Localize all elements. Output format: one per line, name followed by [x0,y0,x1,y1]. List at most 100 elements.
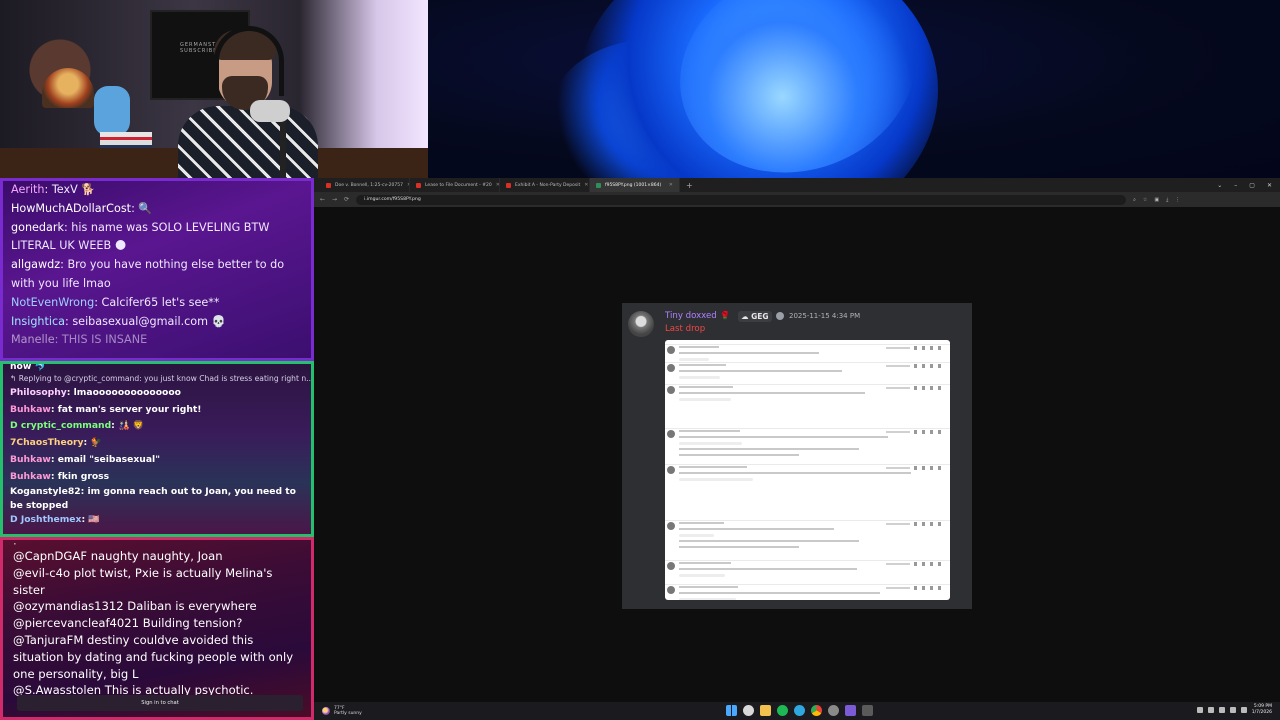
address-bar[interactable]: i.imgur.com/f95S8PY.png [356,194,1127,205]
chat-message: Buhkaw: fkin gross [3,469,311,486]
email-actions-icon [914,346,946,350]
chat-username[interactable]: D cryptic_command [10,420,111,431]
chat-username[interactable]: Manelle [11,333,55,346]
email-divider [665,362,950,363]
page-viewport: Tiny doxxed 🌹 ☁ GEG 2025-11-15 4:34 PM L… [314,207,1280,702]
menu-icon[interactable]: ⋮ [1175,197,1180,203]
email-divider [665,560,950,561]
search-icon[interactable] [743,705,754,716]
chat-text: : Calcifer65 let's see** [94,295,220,309]
chat-username[interactable]: NotEvenWrong [11,296,94,309]
minimize-icon[interactable]: – [1234,182,1237,189]
chat-username[interactable]: gonedark [11,221,64,234]
clock[interactable]: 5:09 PM 1/7/2026 [1252,704,1272,716]
downloads-icon[interactable]: ⤓ [1166,197,1168,203]
close-icon[interactable]: ✕ [1267,182,1272,189]
email-date [886,523,910,525]
chat-message: HowMuchADollarCost: 🔍 [3,200,311,219]
email-text [679,392,865,394]
email-text [679,436,888,438]
user-avatar [628,311,654,337]
chat-text: : 🔍 [131,201,153,215]
tab-close-icon[interactable]: ✕ [584,182,588,188]
email-row [665,464,950,494]
zoom-icon[interactable]: ⌕ [1133,197,1136,203]
email-text [679,592,880,594]
app-icon-2[interactable] [862,705,873,716]
chat-username[interactable]: @TanjuraFM [13,633,83,647]
spotify-icon[interactable] [777,705,788,716]
browser-tab[interactable]: f95S8PY.png (1001×864) ✕ [590,178,680,192]
reload-icon[interactable]: ⟳ [344,196,349,203]
email-sender [679,562,731,564]
wifi-icon[interactable] [1229,707,1236,713]
email-sender [679,466,747,468]
chat-username[interactable]: HowMuchADollarCost [11,202,131,215]
chat-text: : TexV 🐕 [44,183,96,196]
chat-username[interactable]: Buhkaw [10,454,51,465]
edge-icon[interactable] [794,705,805,716]
chat-username[interactable]: 7ChaosTheory [10,437,84,448]
email-date [886,365,910,367]
email-actions-icon [914,522,946,526]
chat-message: NotEvenWrong: Calcifer65 let's see** [3,294,311,313]
email-date [886,431,910,433]
email-text [679,472,911,474]
file-explorer-icon[interactable] [760,705,771,716]
chat-username[interactable]: Koganstyle82 [10,486,81,497]
chat-message: Buhkaw: fat man's server your right! [3,402,311,419]
chat-username[interactable]: Philosophy [10,387,67,398]
bookmark-star-icon[interactable]: ☆ [1143,197,1147,203]
chrome-icon[interactable] [811,705,822,716]
chat-text: : 🎎 🦁 [111,420,145,432]
chat-message: D cryptic_command: 🎎 🦁 [3,418,311,435]
tray-icon[interactable] [1218,707,1225,713]
tab-search-icon[interactable]: ⌄ [1217,182,1222,189]
browser-tab[interactable]: Exhibit A - Non-Party Deposit ✕ [500,178,590,192]
sender-avatar [667,522,675,530]
back-icon[interactable]: ← [320,196,325,203]
chat-username[interactable]: allgawdz [11,258,60,271]
chat-username[interactable]: @ozymandias1312 [13,599,124,613]
new-tab-button[interactable]: + [680,181,699,190]
chat-username[interactable]: @piercevancleaf4021 [13,616,139,630]
chat-text: : THIS IS INSANE [54,333,148,347]
tab-close-icon[interactable]: ✕ [669,182,673,188]
tray-icon[interactable] [1207,707,1214,713]
toolbar: ← → ⟳ i.imgur.com/f95S8PY.png ⌕ ☆ ▣ ⤓ ⋮ [314,192,1280,207]
start-icon[interactable] [726,705,737,716]
chat-username[interactable]: Buhkaw [10,471,51,482]
browser-tab[interactable]: Doe v. Bonnell, 1:25-cv-20757✕ [320,178,410,192]
chat-message: @evil-c4o plot twist, Pxie is actually M… [3,565,311,599]
email-divider [665,428,950,429]
chat-username[interactable]: Insightica [11,315,65,328]
weather-widget[interactable]: 77°F Partly sunny [314,706,362,716]
extensions-icon[interactable]: ▣ [1154,197,1159,203]
chat-text: Daliban is everywhere [123,599,257,614]
app-icon[interactable] [845,705,856,716]
email-row [665,384,950,414]
chat-text: Building tension? [139,616,243,631]
chat-text: : 🐓 [83,437,102,449]
tray-icon[interactable] [1196,707,1203,713]
volume-icon[interactable] [1240,707,1247,713]
chat-fragment: · [13,537,17,551]
email-divider [665,584,950,585]
forward-icon[interactable]: → [332,196,337,203]
tab-favicon-icon [506,182,511,188]
email-date [886,467,910,469]
chat-username[interactable]: Aerith [11,183,45,196]
chat-username[interactable]: D Joshthemex [10,514,81,525]
maximize-icon[interactable]: ▢ [1249,182,1255,189]
chat-panel-bottom: · @CapnDGAF naughty naughty, Joan @evil-c… [0,537,314,720]
settings-icon[interactable] [828,705,839,716]
sign-in-button[interactable]: Sign in to chat [17,695,303,711]
chat-username[interactable]: @evil-c4o [13,566,70,580]
chat-username[interactable]: Buhkaw [10,404,51,415]
chat-message: Koganstyle82: im gonna reach out to Joan… [3,485,311,512]
chat-username[interactable]: @CapnDGAF [13,549,87,563]
sender-avatar [667,386,675,394]
chat-text: : 🇺🇸 [81,514,100,526]
webcam-feed: GERMANSTICK SUBSCRIBER [0,0,428,178]
browser-tab[interactable]: Lease to File Document - #20 ✕ [410,178,500,192]
